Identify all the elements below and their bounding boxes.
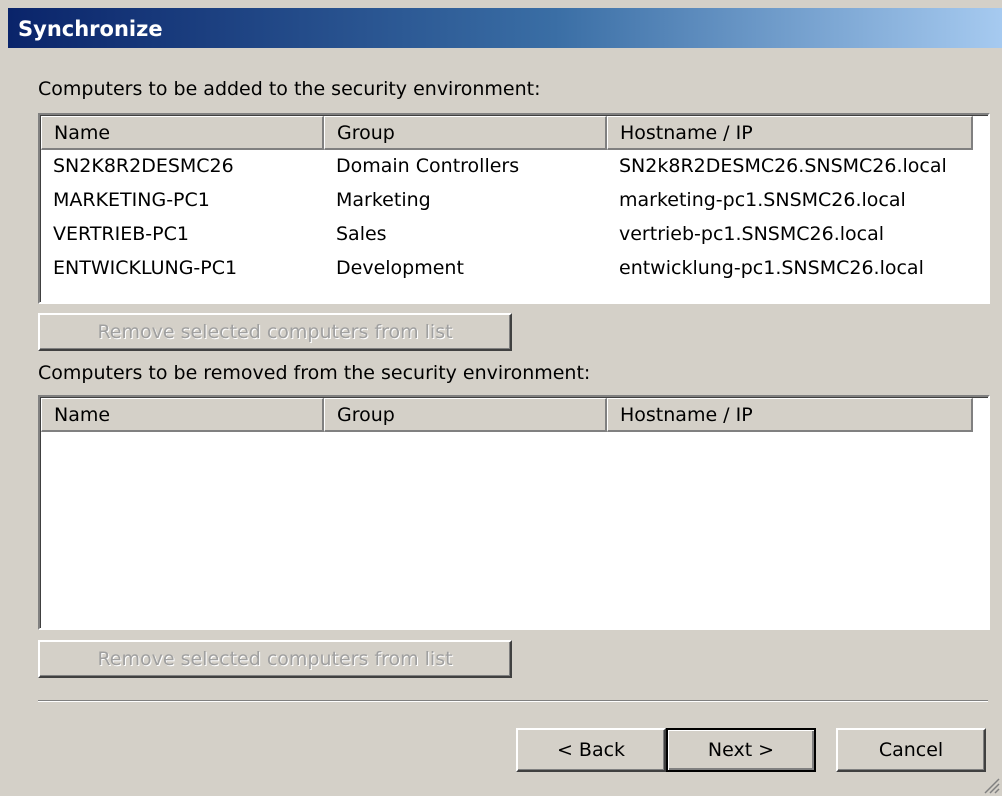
cell-name: ENTWICKLUNG-PC1 <box>53 257 238 279</box>
cell-hostname: vertrieb-pc1.SNSMC26.local <box>619 223 885 245</box>
cell-name: MARKETING-PC1 <box>53 189 210 211</box>
back-button[interactable]: < Back <box>516 728 666 772</box>
footer-separator <box>38 700 988 702</box>
cell-group: Domain Controllers <box>336 155 520 177</box>
title-bar: Synchronize <box>8 8 1002 48</box>
cell-hostname: SN2k8R2DESMC26.SNSMC26.local <box>619 155 947 177</box>
remove-list-header: Name Group Hostname / IP <box>41 398 988 432</box>
column-header-hostname[interactable]: Hostname / IP <box>607 398 973 432</box>
add-list-body: SN2K8R2DESMC26 Domain Controllers SN2k8R… <box>41 150 988 286</box>
cell-group: Marketing <box>336 189 431 211</box>
synchronize-dialog: Synchronize Computers to be added to the… <box>0 0 1002 796</box>
remove-computers-list[interactable]: Name Group Hostname / IP <box>38 395 990 630</box>
column-header-name[interactable]: Name <box>41 398 324 432</box>
list-item[interactable]: ENTWICKLUNG-PC1 Development entwicklung-… <box>41 252 988 286</box>
column-header-hostname[interactable]: Hostname / IP <box>607 116 973 150</box>
remove-section-label: Computers to be removed from the securit… <box>38 362 591 384</box>
list-item[interactable]: VERTRIEB-PC1 Sales vertrieb-pc1.SNSMC26.… <box>41 218 988 252</box>
cell-group: Sales <box>336 223 387 245</box>
cell-hostname: entwicklung-pc1.SNSMC26.local <box>619 257 924 279</box>
remove-removed-computers-button[interactable]: Remove selected computers from list <box>38 640 512 678</box>
cell-name: SN2K8R2DESMC26 <box>53 155 234 177</box>
cell-name: VERTRIEB-PC1 <box>53 223 189 245</box>
window-title: Synchronize <box>18 17 163 41</box>
add-computers-list[interactable]: Name Group Hostname / IP SN2K8R2DESMC26 … <box>38 113 990 304</box>
cell-hostname: marketing-pc1.SNSMC26.local <box>619 189 906 211</box>
column-header-group[interactable]: Group <box>324 398 607 432</box>
cancel-button[interactable]: Cancel <box>836 728 986 772</box>
add-section-label: Computers to be added to the security en… <box>38 78 541 100</box>
cell-group: Development <box>336 257 464 279</box>
add-list-header: Name Group Hostname / IP <box>41 116 988 150</box>
column-header-group[interactable]: Group <box>324 116 607 150</box>
remove-added-computers-button[interactable]: Remove selected computers from list <box>38 313 512 351</box>
next-button[interactable]: Next > <box>666 728 816 772</box>
list-item[interactable]: SN2K8R2DESMC26 Domain Controllers SN2k8R… <box>41 150 988 184</box>
resize-grip-icon[interactable] <box>982 776 1000 794</box>
list-item[interactable]: MARKETING-PC1 Marketing marketing-pc1.SN… <box>41 184 988 218</box>
column-header-name[interactable]: Name <box>41 116 324 150</box>
